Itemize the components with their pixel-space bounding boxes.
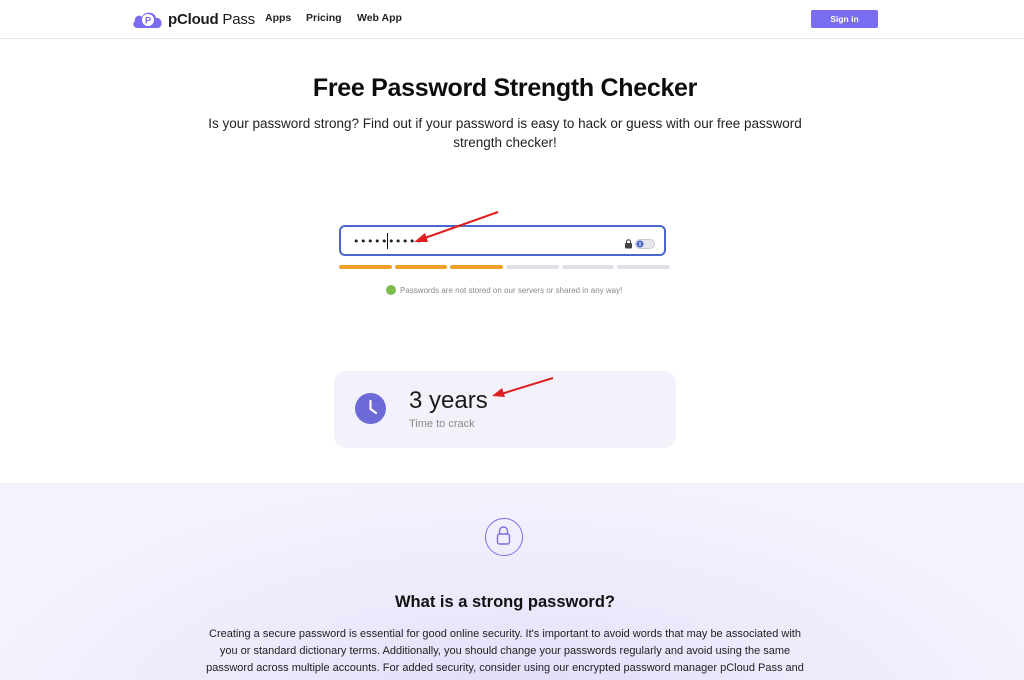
time-to-crack-label: Time to crack: [409, 418, 475, 430]
annotation-arrow: [492, 377, 554, 397]
password-actions: [624, 236, 655, 254]
info-section: What is a strong password? Creating a se…: [0, 483, 1024, 680]
strength-segment: [506, 265, 559, 269]
strength-segment: [617, 265, 671, 269]
clock-icon: [355, 393, 386, 424]
page-subtitle: Is your password strong? Find out if you…: [208, 116, 802, 150]
page-title: Free Password Strength Checker: [312, 74, 698, 102]
strength-segment: [339, 265, 392, 269]
privacy-note-text: Passwords are not stored on our servers …: [400, 285, 623, 295]
toggle-visibility-icon[interactable]: [635, 236, 655, 254]
strength-segment: [394, 265, 448, 269]
info-text: Creating a secure password is essential …: [206, 628, 804, 674]
nav-pricing[interactable]: Pricing: [306, 12, 342, 24]
sign-in-button[interactable]: Sign in: [811, 10, 878, 28]
time-to-crack-value: 3 years: [409, 387, 488, 414]
check-shield-icon: [386, 285, 396, 295]
annotation-arrow: [414, 211, 499, 242]
padlock-icon: [485, 518, 523, 556]
logo-link[interactable]: P pCloud Pass: [131, 8, 255, 30]
strength-meter: [339, 265, 671, 269]
pcloud-logo-icon: P: [133, 12, 162, 28]
lock-icon: [624, 236, 633, 254]
privacy-note: Passwords are not stored on our servers …: [386, 285, 622, 295]
text-caret: [387, 233, 388, 249]
top-header: P pCloud Pass Apps Pricing Web App Sign …: [0, 0, 1024, 39]
nav-web-app[interactable]: Web App: [357, 12, 402, 24]
strength-segment: [450, 265, 504, 269]
nav-apps[interactable]: Apps: [265, 12, 291, 24]
strength-segment: [561, 265, 615, 269]
svg-text:P: P: [145, 16, 151, 26]
info-title: What is a strong password?: [394, 593, 616, 611]
logo-text: pCloud Pass: [168, 10, 255, 28]
